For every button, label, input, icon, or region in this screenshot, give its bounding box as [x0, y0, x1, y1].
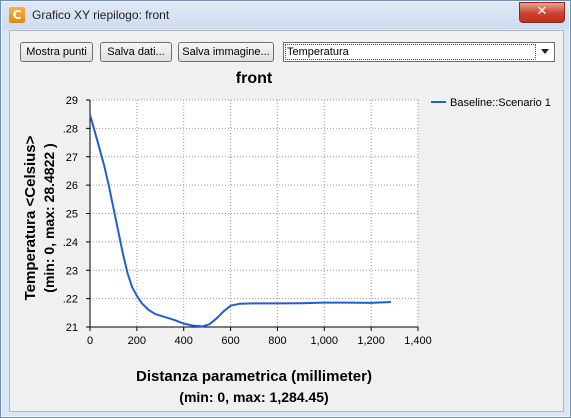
x-tick-label: 200: [128, 335, 146, 347]
y-tick-label: 21: [66, 322, 78, 334]
window-title: Grafico XY riepilogo: front: [32, 8, 170, 22]
close-button[interactable]: ✕: [519, 2, 565, 23]
title-bar[interactable]: C Grafico XY riepilogo: front: [2, 2, 569, 29]
plot-area: [90, 100, 418, 327]
x-tick-label: 400: [175, 335, 193, 347]
y-tick-label: 23: [66, 265, 78, 277]
y-tick-label: 26: [66, 180, 78, 192]
y-tick-label: .28: [63, 123, 78, 135]
y-tick-label: 27: [66, 152, 78, 164]
x-tick-label: 0: [87, 335, 93, 347]
y-axis-label-range: (min: 0, max: 28.4822 ): [41, 143, 57, 292]
legend-label: Baseline::Scenario 1: [450, 97, 551, 109]
y-tick-label: .22: [63, 294, 78, 306]
chart-panel: Mostra punti Salva dati... Salva immagin…: [9, 30, 564, 412]
app-icon: C: [9, 7, 25, 23]
x-tick-label: 1,200: [357, 335, 385, 347]
x-tick-label: 800: [268, 335, 286, 347]
y-tick-label: .24: [63, 237, 78, 249]
chart-title: front: [236, 70, 273, 87]
x-axis-label: Distanza parametrica (millimeter): [136, 368, 372, 385]
y-axis-label: Temperatura <Celsius>: [22, 135, 39, 300]
x-tick-label: 1,400: [404, 335, 432, 347]
y-tick-label: 29: [66, 95, 78, 107]
y-tick-label: 25: [66, 209, 78, 221]
x-axis-label-range: (min: 0, max: 1,284.45): [179, 389, 328, 405]
xy-chart: 0 200 400 600 800 1,000 1,200 1,400 21 .22 23 .24 25…: [22, 70, 551, 405]
app-window: C Grafico XY riepilogo: front ✕ Mostra p…: [0, 0, 571, 418]
x-tick-label: 1,000: [311, 335, 339, 347]
x-tick-label: 600: [221, 335, 239, 347]
